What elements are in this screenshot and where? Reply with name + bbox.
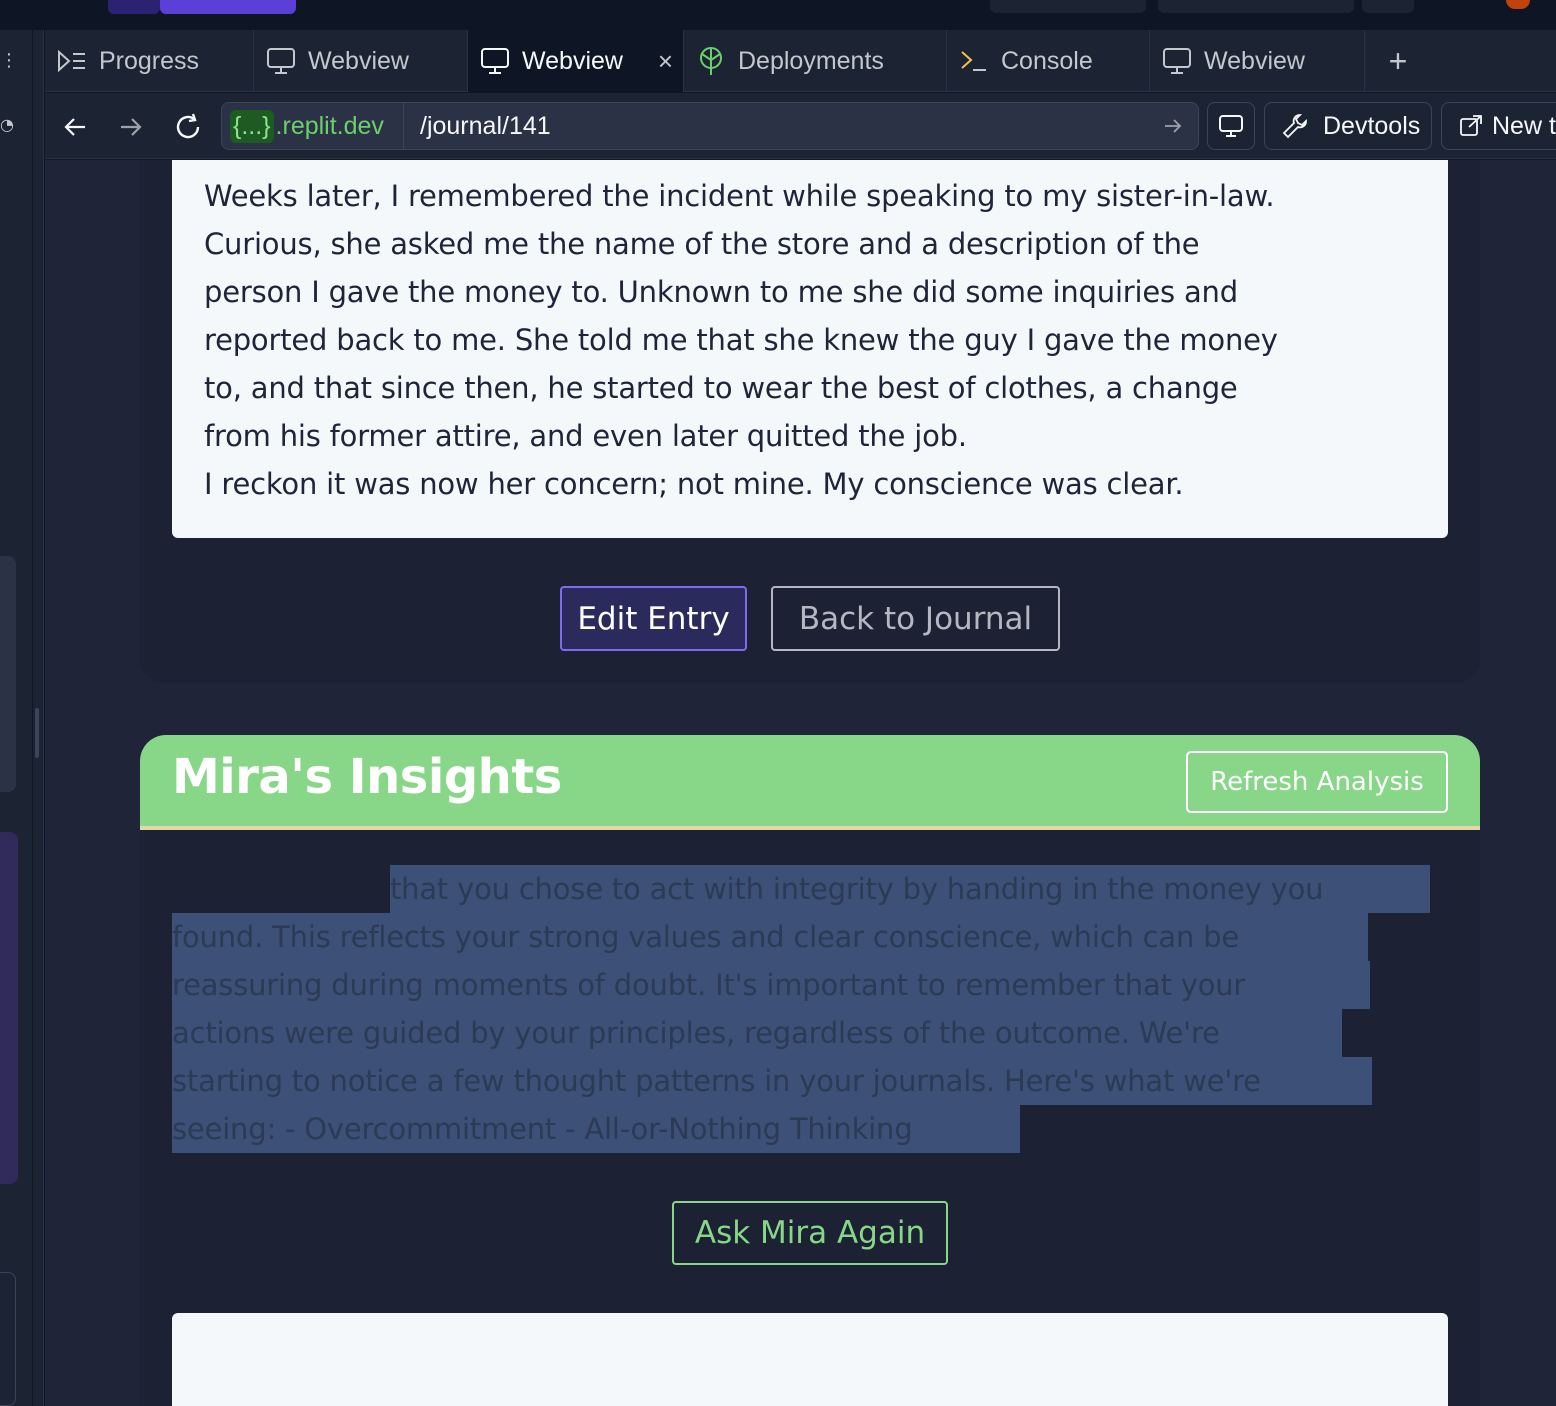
insights-title: Mira's Insights <box>172 749 562 805</box>
insights-text: that you chose to act with integrity by … <box>172 865 1448 1153</box>
insights-line: seeing: - Overcommitment - All-or-Nothin… <box>172 1112 913 1146</box>
edit-entry-button[interactable]: Edit Entry <box>560 586 747 651</box>
console-icon <box>959 46 989 76</box>
add-tab-button[interactable]: + <box>1365 30 1431 92</box>
tab-deployments[interactable]: Deployments <box>684 30 947 92</box>
new-tab-label: New ta <box>1492 111 1556 140</box>
monitor-icon <box>1162 46 1192 76</box>
tab-webview-1[interactable]: Webview <box>254 30 468 92</box>
entry-line: from his former attire, and even later q… <box>204 419 967 453</box>
insights-body: that you chose to act with integrity by … <box>172 865 1448 1153</box>
rail-panel-2[interactable] <box>0 832 18 1184</box>
insights-line: starting to notice a few thought pattern… <box>172 1064 1261 1098</box>
entry-line: to, and that since then, he started to w… <box>204 371 1238 405</box>
ask-mira-again-button[interactable]: Ask Mira Again <box>672 1201 948 1265</box>
back-arrow-icon[interactable] <box>57 109 93 145</box>
insights-header: Mira's Insights Refresh Analysis <box>140 735 1480 830</box>
wrench-icon <box>1282 114 1307 139</box>
new-tab-button[interactable]: New ta <box>1441 102 1556 150</box>
insights-line: actions were guided by your principles, … <box>172 1016 1220 1050</box>
tab-bar: Progress Webview Webview × Deployments C… <box>45 30 1556 92</box>
url-domain-suffix: .replit.dev <box>275 111 384 140</box>
refresh-analysis-button[interactable]: Refresh Analysis <box>1186 751 1448 813</box>
tab-label: Progress <box>99 46 200 75</box>
tab-label: Webview <box>1204 46 1305 75</box>
tab-label: Webview <box>522 46 623 75</box>
top-tab-active-indicator[interactable] <box>160 0 296 14</box>
next-card <box>172 1313 1448 1406</box>
rail-divider <box>32 30 33 1406</box>
insights-line: that you chose to act with integrity by … <box>390 872 1324 906</box>
external-link-icon <box>1460 115 1482 136</box>
back-to-journal-button[interactable]: Back to Journal <box>771 586 1060 651</box>
tab-webview-active[interactable]: Webview × <box>468 30 684 92</box>
tab-console[interactable]: Console <box>947 30 1150 92</box>
devtools-button[interactable]: Devtools <box>1264 102 1432 150</box>
url-domain-braces: {...} <box>230 109 274 143</box>
top-control-3[interactable] <box>1362 0 1414 13</box>
entry-body: Weeks later, I remembered the incident w… <box>172 160 1448 538</box>
monitor-icon <box>480 46 510 76</box>
go-arrow-icon[interactable] <box>1160 113 1186 139</box>
top-tab-indicator[interactable] <box>108 0 160 14</box>
address-bar[interactable]: {...} .replit.dev /journal/141 <box>221 102 1199 150</box>
entry-line: person I gave the money to. Unknown to m… <box>204 275 1238 309</box>
entry-line: Weeks later, I remembered the incident w… <box>204 179 1275 213</box>
top-control-2[interactable] <box>1158 0 1354 13</box>
url-domain[interactable]: {...} .replit.dev <box>222 103 404 149</box>
avatar[interactable] <box>1506 0 1530 9</box>
forward-arrow-icon[interactable] <box>113 109 149 145</box>
top-control-1[interactable] <box>990 0 1146 13</box>
tab-label: Deployments <box>738 46 884 75</box>
insights-line: found. This reflects your strong values … <box>172 920 1240 954</box>
rail-panel-3[interactable] <box>0 1272 16 1406</box>
window-top-strip <box>0 0 1556 30</box>
entry-line: I reckon it was now her concern; not min… <box>204 467 1184 501</box>
insights-line: reassuring during moments of doubt. It's… <box>172 968 1246 1002</box>
devtools-label: Devtools <box>1323 111 1421 140</box>
monitor-icon <box>266 46 296 76</box>
url-path[interactable]: /journal/141 <box>420 103 551 149</box>
resize-handle[interactable] <box>35 708 39 758</box>
rail-panel-1[interactable] <box>0 556 16 792</box>
menu-icon[interactable]: ⋮ <box>0 48 18 74</box>
insights-card: Mira's Insights Refresh Analysis that yo… <box>140 735 1480 1406</box>
tab-webview-3[interactable]: Webview <box>1150 30 1365 92</box>
progress-icon <box>57 46 87 76</box>
speed-icon[interactable]: ◔ <box>0 112 14 138</box>
tab-label: Webview <box>308 46 409 75</box>
entry-line: reported back to me. She told me that sh… <box>204 323 1278 357</box>
close-icon[interactable]: × <box>658 46 673 76</box>
browser-toolbar: {...} .replit.dev /journal/141 Devtools … <box>45 93 1556 159</box>
entry-line: Curious, she asked me the name of the st… <box>204 227 1200 261</box>
webview-content: Weeks later, I remembered the incident w… <box>45 160 1556 1406</box>
device-toggle-button[interactable] <box>1207 102 1255 150</box>
tab-label: Console <box>1001 46 1093 75</box>
tab-progress[interactable]: Progress <box>45 30 254 92</box>
deployments-icon <box>696 46 726 76</box>
screen-icon <box>1219 115 1243 137</box>
reload-icon[interactable] <box>170 109 206 145</box>
